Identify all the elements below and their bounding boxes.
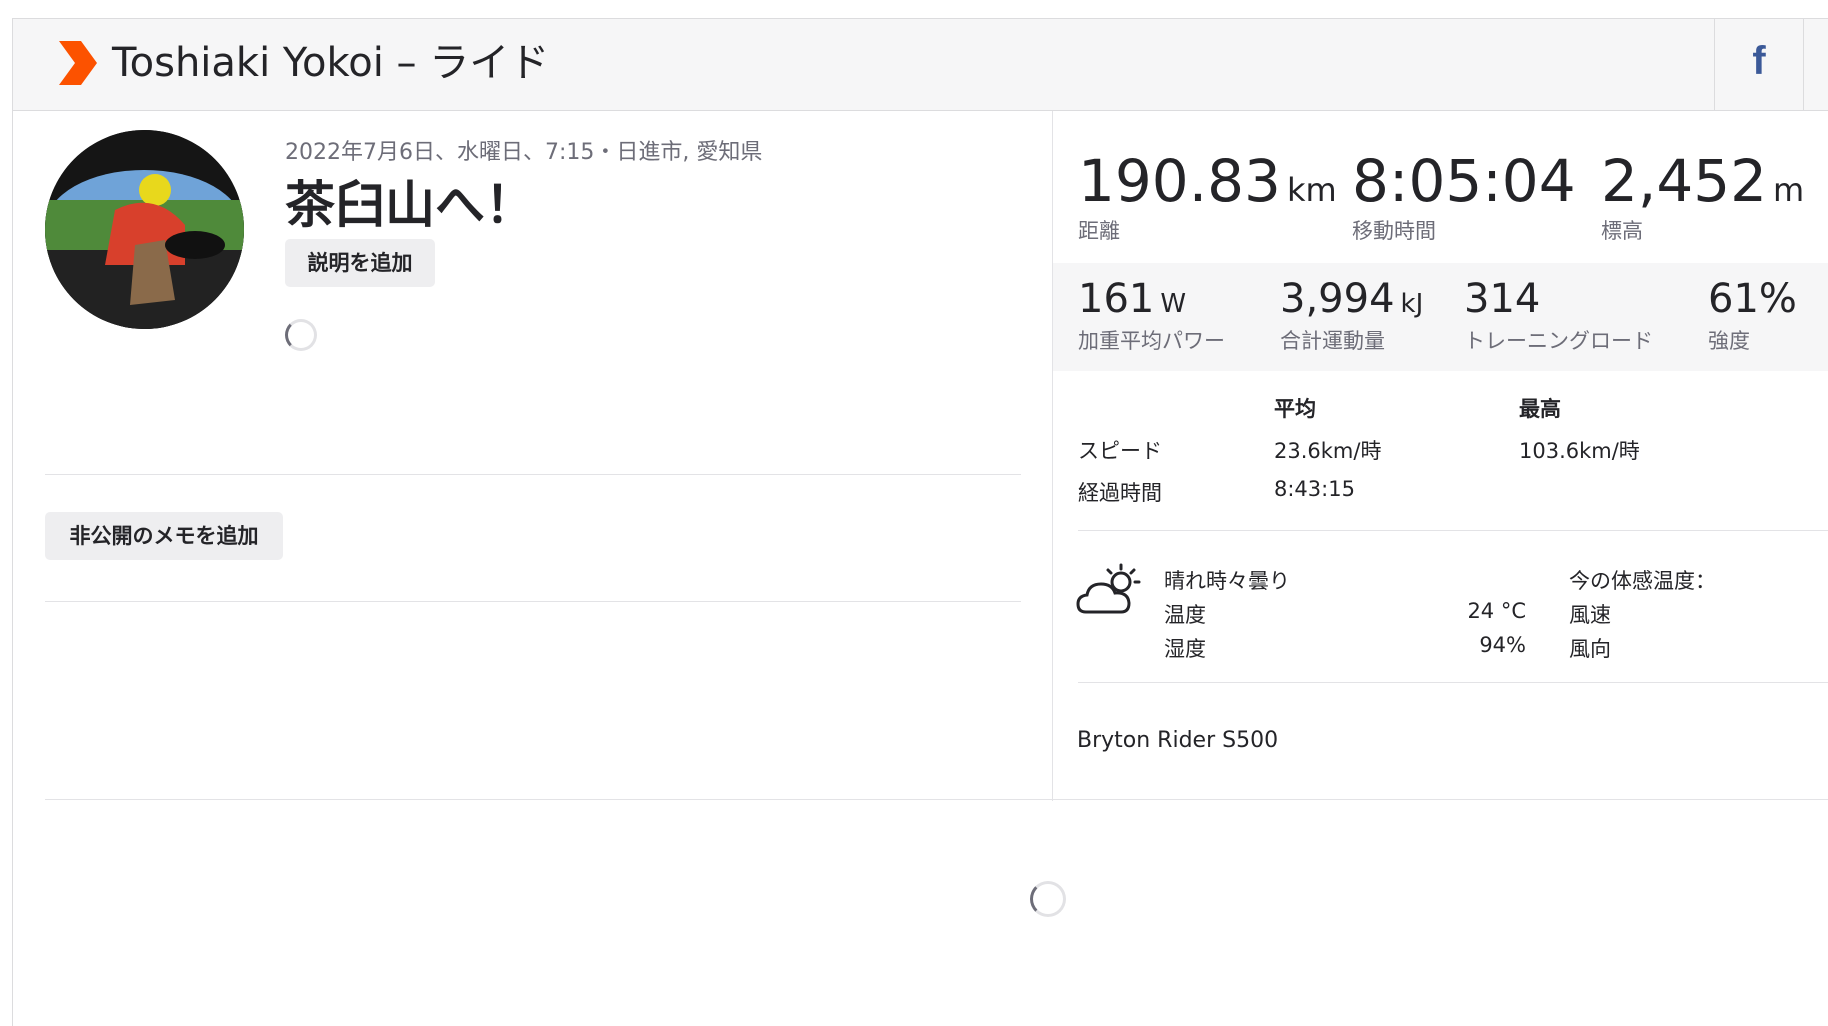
row-elapsed-avg: 8:43:15 bbox=[1274, 477, 1355, 501]
stat-intensity-label: 強度 bbox=[1708, 329, 1750, 353]
column-divider bbox=[1052, 111, 1053, 801]
stat-moving-time-label: 移動時間 bbox=[1352, 219, 1436, 243]
device-name: Bryton Rider S500 bbox=[1077, 728, 1279, 753]
stat-elevation-label: 標高 bbox=[1601, 219, 1643, 243]
stat-elevation-unit: m bbox=[1773, 171, 1805, 209]
divider bbox=[45, 474, 1021, 475]
row-speed-avg: 23.6km/時 bbox=[1274, 439, 1382, 463]
stat-moving-time: 8:05:04 移動時間 bbox=[1352, 149, 1582, 245]
loading-spinner bbox=[285, 319, 317, 351]
stat-training-load-value: 314 bbox=[1464, 276, 1541, 322]
activity-name: 茶臼山へ！ bbox=[285, 176, 535, 234]
activity-date-location: 2022年7月6日、水曜日、7:15・日進市, 愛知県 bbox=[285, 140, 763, 165]
stat-moving-time-value: 8:05:04 bbox=[1352, 147, 1576, 215]
stat-total-work: 3,994 kJ 合計運動量 bbox=[1280, 277, 1423, 355]
divider bbox=[45, 799, 1828, 800]
strava-chevron-icon bbox=[59, 41, 97, 85]
avatar-photo bbox=[45, 130, 244, 329]
add-private-note-button[interactable]: 非公開のメモを追加 bbox=[45, 512, 283, 560]
add-description-label: 説明を追加 bbox=[307, 251, 413, 275]
divider bbox=[1078, 682, 1828, 683]
stat-training-load: 314 トレーニングロード bbox=[1464, 277, 1653, 355]
add-private-note-label: 非公開のメモを追加 bbox=[69, 524, 259, 548]
divider bbox=[1078, 530, 1828, 531]
add-description-button[interactable]: 説明を追加 bbox=[285, 239, 435, 287]
weather-feels-like-label: 今の体感温度： bbox=[1569, 569, 1716, 593]
stat-distance-label: 距離 bbox=[1078, 219, 1120, 243]
stat-distance-unit: km bbox=[1286, 171, 1337, 209]
stat-intensity-value: 61% bbox=[1708, 276, 1797, 322]
stat-distance-value: 190.83 bbox=[1078, 147, 1281, 215]
activity-page: Toshiaki Yokoi – ライド f 2022年7月6日、水曜日、7:1… bbox=[12, 18, 1828, 1026]
stat-weighted-power-label: 加重平均パワー bbox=[1078, 329, 1225, 353]
stat-elevation: 2,452 m 標高 bbox=[1601, 149, 1804, 245]
page-header: Toshiaki Yokoi – ライド f bbox=[13, 19, 1828, 111]
stat-training-load-label: トレーニングロード bbox=[1464, 329, 1653, 353]
weather-condition: 晴れ時々曇り bbox=[1164, 569, 1290, 593]
col-header-max: 最高 bbox=[1519, 397, 1561, 421]
weather-temp-label: 温度 bbox=[1164, 603, 1206, 627]
loading-spinner bbox=[1030, 881, 1066, 917]
stat-total-work-label: 合計運動量 bbox=[1280, 329, 1385, 353]
weather-humidity-label: 湿度 bbox=[1164, 637, 1206, 661]
weather-temp-value: 24 °C bbox=[1467, 599, 1526, 623]
facebook-icon: f bbox=[1752, 39, 1766, 83]
weather-humidity-value: 94% bbox=[1479, 633, 1526, 657]
stat-weighted-power: 161 W 加重平均パワー bbox=[1078, 277, 1225, 355]
stat-elevation-value: 2,452 bbox=[1601, 147, 1768, 215]
stat-total-work-value: 3,994 bbox=[1280, 276, 1395, 322]
weather-wind-speed-label: 風速 bbox=[1569, 603, 1611, 627]
divider bbox=[45, 601, 1021, 602]
stat-intensity: 61% 強度 bbox=[1708, 277, 1803, 355]
col-header-avg: 平均 bbox=[1274, 397, 1316, 421]
weather-wind-direction-label: 風向 bbox=[1569, 637, 1611, 661]
stat-total-work-unit: kJ bbox=[1400, 289, 1424, 319]
avatar[interactable] bbox=[45, 130, 244, 329]
row-speed-label: スピード bbox=[1078, 439, 1162, 463]
stat-weighted-power-unit: W bbox=[1160, 289, 1187, 319]
facebook-share-button[interactable]: f bbox=[1714, 19, 1804, 110]
row-speed-max: 103.6km/時 bbox=[1519, 439, 1640, 463]
page-title: Toshiaki Yokoi – ライド bbox=[112, 40, 550, 86]
partly-sunny-cloud-icon bbox=[1076, 563, 1141, 614]
stat-distance: 190.83 km 距離 bbox=[1078, 149, 1337, 245]
row-elapsed-label: 経過時間 bbox=[1078, 481, 1162, 505]
stat-weighted-power-value: 161 bbox=[1078, 276, 1155, 322]
